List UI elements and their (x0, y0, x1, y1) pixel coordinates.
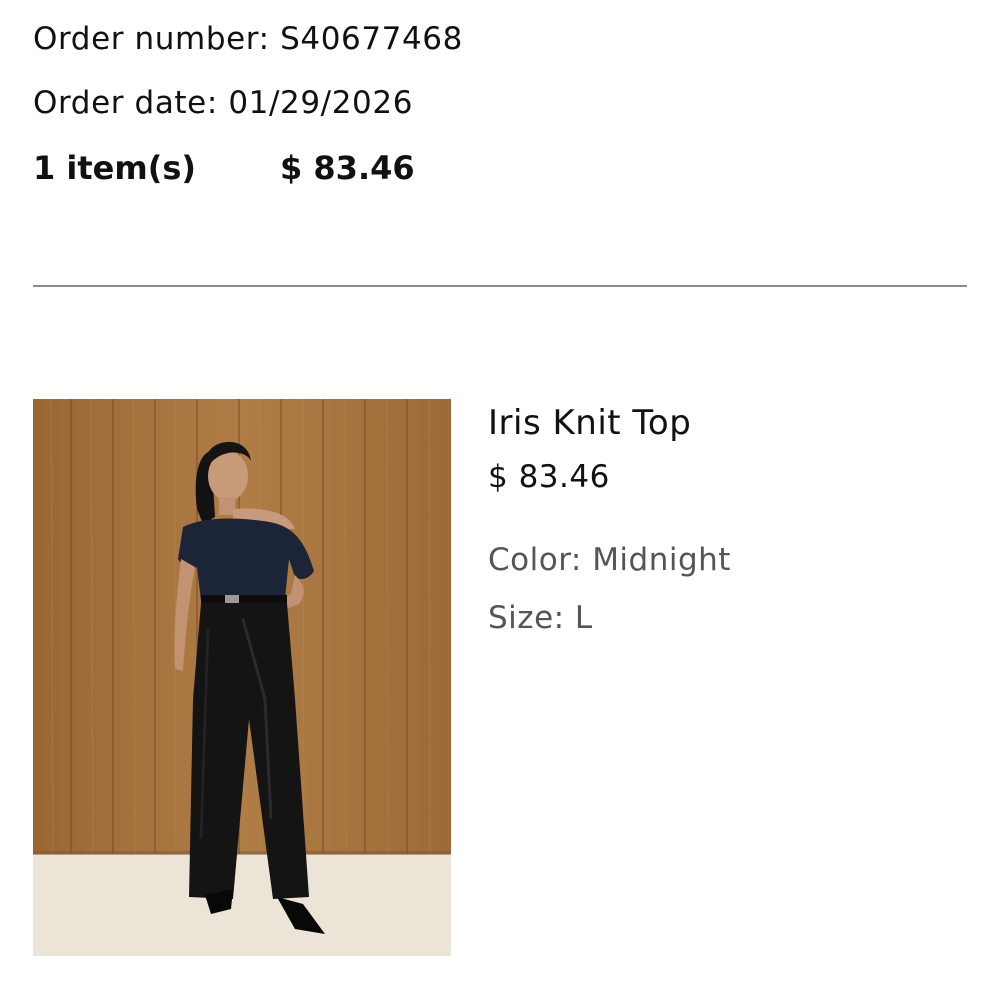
order-date: Order date: 01/29/2026 (33, 85, 414, 121)
order-number: Order number: S40677468 (33, 21, 463, 57)
product-name[interactable]: Iris Knit Top (488, 406, 691, 440)
product-color: Color: Midnight (488, 542, 731, 578)
product-size: Size: L (488, 600, 593, 636)
order-details-page: Order number: S40677468 Order date: 01/2… (0, 0, 1000, 1000)
product-price: $ 83.46 (488, 459, 610, 495)
divider (33, 285, 967, 287)
order-total: $ 83.46 (280, 149, 415, 187)
item-count: 1 item(s) (33, 149, 197, 187)
product-image[interactable] (33, 399, 451, 956)
